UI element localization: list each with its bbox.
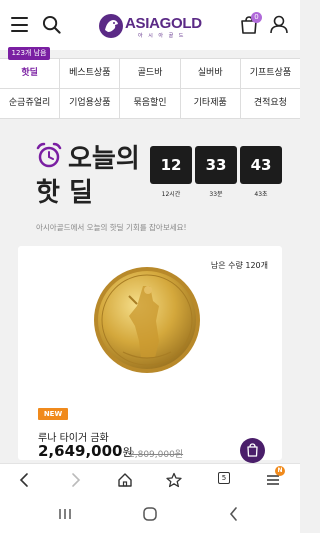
category-row: 순금쥬얼리 기업용상품 묶음할인 기타제품 견적요청 [0, 89, 300, 119]
hero-title: 오늘의 핫 딜 [36, 142, 140, 210]
recent-apps-icon[interactable] [58, 508, 72, 520]
logo-subtext: 아 시 아 골 드 [138, 33, 186, 39]
home-icon[interactable] [117, 472, 133, 488]
timer-minutes-label: 33분 [209, 191, 223, 198]
category-silver-bar[interactable]: 실버바 [181, 59, 241, 88]
bookmark-star-icon[interactable] [166, 472, 182, 488]
timer-hours: 12 [150, 146, 192, 184]
back-icon[interactable] [17, 472, 33, 488]
menu-notification-badge: N [275, 466, 285, 476]
gold-coin-image [94, 267, 200, 373]
category-etc[interactable]: 기타제품 [181, 89, 241, 118]
category-gift[interactable]: 기프트상품 [241, 59, 300, 88]
hot-deal-remaining-tag: 123개 남음 [8, 47, 50, 60]
shopping-bag-icon [247, 443, 258, 457]
category-row: 핫딜 베스트상품 골드바 실버바 기프트상품 [0, 59, 300, 89]
lion-emblem-icon [99, 14, 123, 38]
category-gold-bar[interactable]: 골드바 [120, 59, 181, 88]
user-icon[interactable] [270, 15, 288, 34]
floating-cart-button[interactable] [240, 438, 265, 463]
category-bundle[interactable]: 묶음할인 [120, 89, 181, 118]
category-grid: 핫딜 베스트상품 골드바 실버바 기프트상품 순금쥬얼리 기업용상품 묶음할인 … [0, 58, 300, 119]
home-button-icon[interactable] [143, 507, 157, 521]
category-hot-deal[interactable]: 핫딜 [0, 59, 61, 88]
timer-hours-label: 12시간 [161, 191, 181, 198]
hero-subtitle: 아시아골드에서 오늘의 핫딜 기회를 잡아보세요! [36, 223, 187, 232]
price-value: 2,649,000 [38, 442, 123, 460]
new-badge: NEW [38, 408, 68, 420]
product-card[interactable]: 남은 수량 120개 NEW 루나 타이거 금화 2,649,000원 2,80… [18, 246, 282, 460]
product-price: 2,649,000원 [38, 442, 133, 460]
hero-title-line1: 오늘의 [68, 144, 140, 174]
category-best[interactable]: 베스트상품 [60, 59, 121, 88]
cart-count-badge: 0 [251, 12, 262, 23]
timer-seconds-label: 43초 [254, 191, 268, 198]
system-navigation-bar [0, 495, 300, 533]
app-header: ASIAGOLD 아 시 아 골 드 0 [0, 0, 300, 50]
category-quote[interactable]: 견적요청 [241, 89, 300, 118]
stock-remaining: 남은 수량 120개 [210, 261, 268, 270]
tabs-count-button[interactable]: 5 [218, 472, 230, 484]
hero-title-line2: 핫 딜 [36, 178, 93, 208]
forward-icon[interactable] [67, 472, 83, 488]
hamburger-icon[interactable] [11, 17, 28, 32]
timer-minutes: 33 [195, 146, 237, 184]
logo-text: ASIAGOLD [125, 15, 202, 32]
search-icon[interactable] [42, 15, 61, 34]
category-jewelry[interactable]: 순금쥬얼리 [0, 89, 61, 118]
category-corporate[interactable]: 기업용상품 [60, 89, 121, 118]
timer-seconds: 43 [240, 146, 282, 184]
original-price: 2,809,000원 [129, 450, 184, 460]
system-back-icon[interactable] [228, 507, 240, 521]
asiagold-logo[interactable]: ASIAGOLD 아 시 아 골 드 [98, 13, 208, 39]
browser-toolbar [0, 463, 300, 495]
